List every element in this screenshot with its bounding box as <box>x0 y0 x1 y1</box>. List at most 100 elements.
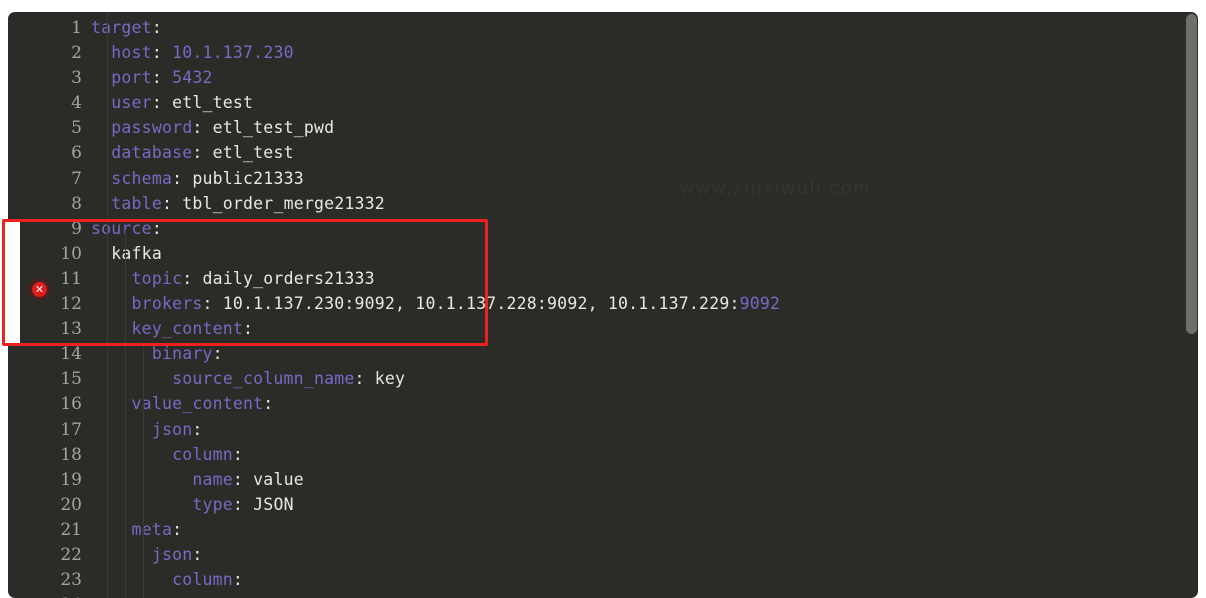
yaml-separator: : <box>202 294 213 314</box>
code-line[interactable]: 16 value_content: <box>8 391 1198 416</box>
yaml-separator: : <box>192 419 203 439</box>
code-line[interactable]: 8 table: tbl_order_merge21332 <box>8 191 1198 216</box>
yaml-key: brokers <box>131 294 203 314</box>
line-number: 19 <box>60 469 82 490</box>
yaml-separator: : <box>151 18 162 37</box>
line-text: name: value <box>82 467 304 492</box>
code-line[interactable]: 9 source: <box>8 216 1198 241</box>
yaml-value: public21333 <box>192 168 304 188</box>
indent-guide-2 <box>143 342 144 598</box>
line-text: schema: public21333 <box>82 166 304 191</box>
yaml-key: column <box>172 444 233 464</box>
yaml-separator: : <box>151 68 162 88</box>
line-number: 6 <box>71 143 82 164</box>
yaml-key: port <box>111 68 152 88</box>
line-number: 5 <box>71 118 82 139</box>
yaml-separator: : <box>232 494 244 514</box>
code-line[interactable]: 3 port: 5432 <box>8 65 1198 90</box>
yaml-separator: : <box>172 519 183 539</box>
vertical-scrollbar-track[interactable] <box>1185 12 1198 598</box>
yaml-key: target <box>91 18 152 37</box>
yaml-key: name <box>192 469 233 489</box>
code-line[interactable]: 2 host: 10.1.137.230 <box>8 40 1198 65</box>
yaml-key: key_content <box>131 319 244 339</box>
line-text: type: JSON <box>82 492 294 517</box>
yaml-key: database <box>111 143 193 163</box>
code-line[interactable]: 1 target: <box>8 15 1198 40</box>
code-line[interactable]: 18 column: <box>8 442 1198 467</box>
line-number: 22 <box>60 544 82 565</box>
yaml-separator: : <box>172 168 183 188</box>
line-number: 24 <box>8 593 82 598</box>
line-number: 23 <box>60 570 82 591</box>
yaml-key: table <box>111 193 162 213</box>
line-text: name: meta <box>82 592 294 598</box>
code-line[interactable]: 20 type: JSON <box>8 492 1198 517</box>
indent-guide-1 <box>125 230 126 598</box>
yaml-key: column <box>172 570 233 590</box>
yaml-separator: : <box>192 118 203 138</box>
yaml-separator: : <box>182 268 193 288</box>
code-line[interactable]: 23 column: <box>8 567 1198 592</box>
yaml-value: etl_test <box>212 143 294 163</box>
yaml-value: etl_test <box>172 93 254 113</box>
yaml-value: 10.1.137.230 <box>172 43 294 63</box>
yaml-separator: : <box>212 344 223 364</box>
code-line[interactable]: 15 source_column_name: key <box>8 366 1198 391</box>
yaml-value: kafka <box>111 243 162 263</box>
yaml-value: 10.1.137.230:9092, 10.1.137.228:9092, 10… <box>222 294 740 314</box>
line-text: binary: <box>82 341 223 366</box>
yaml-separator: : <box>232 444 244 464</box>
code-line[interactable]: 14 binary: <box>8 341 1198 366</box>
yaml-separator: : <box>151 93 162 113</box>
line-text: password: etl_test_pwd <box>82 115 334 140</box>
code-line[interactable]: 4 user: etl_test <box>8 90 1198 115</box>
line-number: 13 <box>60 319 82 340</box>
yaml-value: JSON <box>253 494 294 514</box>
line-number: 2 <box>71 43 82 64</box>
line-text: brokers: 10.1.137.230:9092, 10.1.137.228… <box>82 291 780 316</box>
code-line[interactable]: 6 database: etl_test <box>8 140 1198 165</box>
yaml-separator: : <box>161 193 173 213</box>
line-number: 18 <box>60 444 82 465</box>
line-number: 10 <box>60 243 82 264</box>
code-line[interactable]: 5 password: etl_test_pwd <box>8 115 1198 140</box>
line-text: database: etl_test <box>82 140 294 165</box>
yaml-value: key <box>374 369 406 389</box>
yaml-code-editor[interactable]: www.xinxiwuli.com 1 target: 2 host: 10.1.1… <box>8 12 1198 598</box>
line-number: 3 <box>71 68 82 89</box>
code-line[interactable]: 10 kafka <box>8 241 1198 266</box>
yaml-separator: : <box>243 319 254 339</box>
yaml-separator: : <box>232 469 244 489</box>
code-line[interactable]: 22 json: <box>8 542 1198 567</box>
line-text: table: tbl_order_merge21332 <box>82 191 385 216</box>
yaml-separator: : <box>263 394 274 414</box>
code-line[interactable]: 24 name: meta <box>8 592 1198 598</box>
code-lines-container[interactable]: 1 target: 2 host: 10.1.137.230 3 port: 5432… <box>8 12 1198 598</box>
code-line[interactable]: 7 schema: public21333 <box>8 166 1198 191</box>
yaml-key: binary <box>151 344 213 364</box>
line-text: value_content: <box>82 391 274 416</box>
code-line[interactable]: 19 name: value <box>8 467 1198 492</box>
line-text: source: <box>82 216 162 241</box>
line-number: 17 <box>60 419 82 440</box>
yaml-value: tbl_order_merge21332 <box>182 193 385 213</box>
line-number: 1 <box>71 18 82 38</box>
yaml-key: source <box>91 218 152 238</box>
yaml-key: meta <box>131 519 173 539</box>
error-marker-icon[interactable]: ✕ <box>28 278 51 301</box>
line-number: 16 <box>60 394 82 415</box>
code-line[interactable]: 12 brokers: 10.1.137.230:9092, 10.1.137.… <box>8 291 1198 316</box>
code-line[interactable]: 13 key_content: <box>8 316 1198 341</box>
yaml-separator: : <box>192 544 203 564</box>
code-line[interactable]: 17 json: <box>8 417 1198 442</box>
line-text: port: 5432 <box>82 65 213 90</box>
indent-guide-0 <box>107 12 108 598</box>
line-text: host: 10.1.137.230 <box>82 40 294 65</box>
code-line[interactable]: 11 topic: daily_orders21333 <box>8 266 1198 291</box>
yaml-value: value <box>253 469 304 489</box>
code-line[interactable]: 21 meta: <box>8 517 1198 542</box>
yaml-key: password <box>111 118 193 138</box>
yaml-value-tail: 9092 <box>739 294 781 314</box>
vertical-scrollbar-thumb[interactable] <box>1186 14 1197 334</box>
